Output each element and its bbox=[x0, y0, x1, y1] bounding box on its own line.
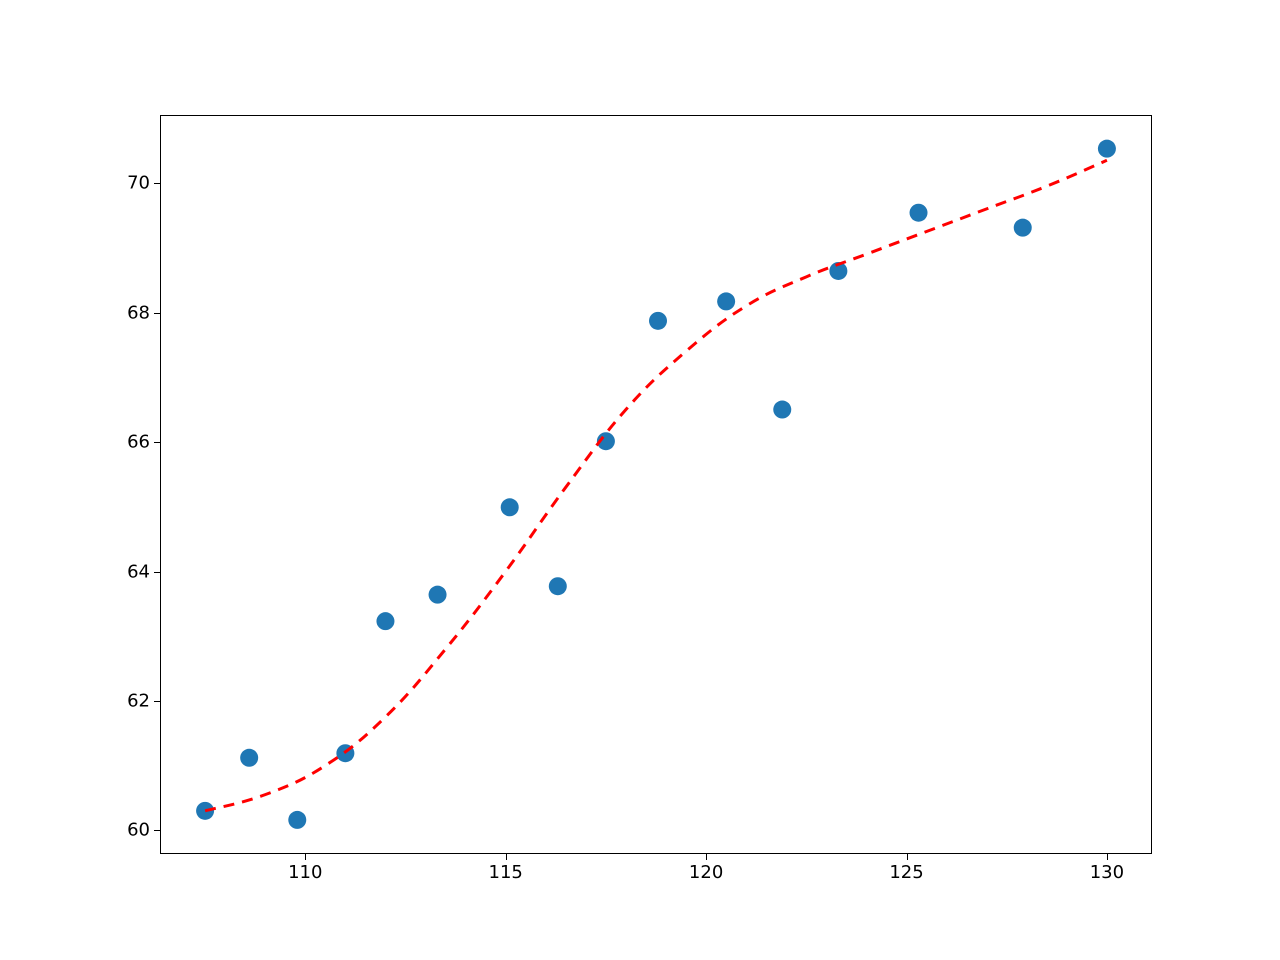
x-tick bbox=[706, 854, 707, 860]
y-tick-label: 60 bbox=[127, 820, 150, 841]
data-point bbox=[549, 577, 567, 595]
data-point bbox=[429, 586, 447, 604]
y-tick bbox=[154, 313, 160, 314]
fit-line bbox=[205, 160, 1107, 811]
y-tick bbox=[154, 183, 160, 184]
data-point bbox=[376, 612, 394, 630]
x-tick-label: 130 bbox=[1090, 862, 1124, 883]
y-tick bbox=[154, 701, 160, 702]
data-point bbox=[1014, 219, 1032, 237]
y-tick-label: 66 bbox=[127, 432, 150, 453]
chart-figure: 110 115 120 125 130 60 62 64 66 68 70 bbox=[0, 0, 1280, 960]
x-tick bbox=[1107, 854, 1108, 860]
x-tick-label: 120 bbox=[689, 862, 723, 883]
y-tick-label: 64 bbox=[127, 561, 150, 582]
data-point bbox=[649, 312, 667, 330]
x-tick-label: 110 bbox=[288, 862, 322, 883]
y-tick bbox=[154, 572, 160, 573]
data-point bbox=[717, 293, 735, 311]
x-tick bbox=[305, 854, 306, 860]
data-point bbox=[501, 498, 519, 516]
data-point bbox=[240, 749, 258, 767]
y-tick-label: 68 bbox=[127, 302, 150, 323]
data-point bbox=[773, 401, 791, 419]
x-tick bbox=[907, 854, 908, 860]
y-tick-label: 62 bbox=[127, 690, 150, 711]
x-tick bbox=[506, 854, 507, 860]
data-point bbox=[1098, 140, 1116, 158]
data-point bbox=[288, 811, 306, 829]
y-tick-label: 70 bbox=[127, 173, 150, 194]
data-point bbox=[910, 204, 928, 222]
y-tick bbox=[154, 830, 160, 831]
x-tick-label: 115 bbox=[489, 862, 523, 883]
plot-area bbox=[160, 115, 1152, 854]
x-tick-label: 125 bbox=[889, 862, 923, 883]
y-tick bbox=[154, 442, 160, 443]
